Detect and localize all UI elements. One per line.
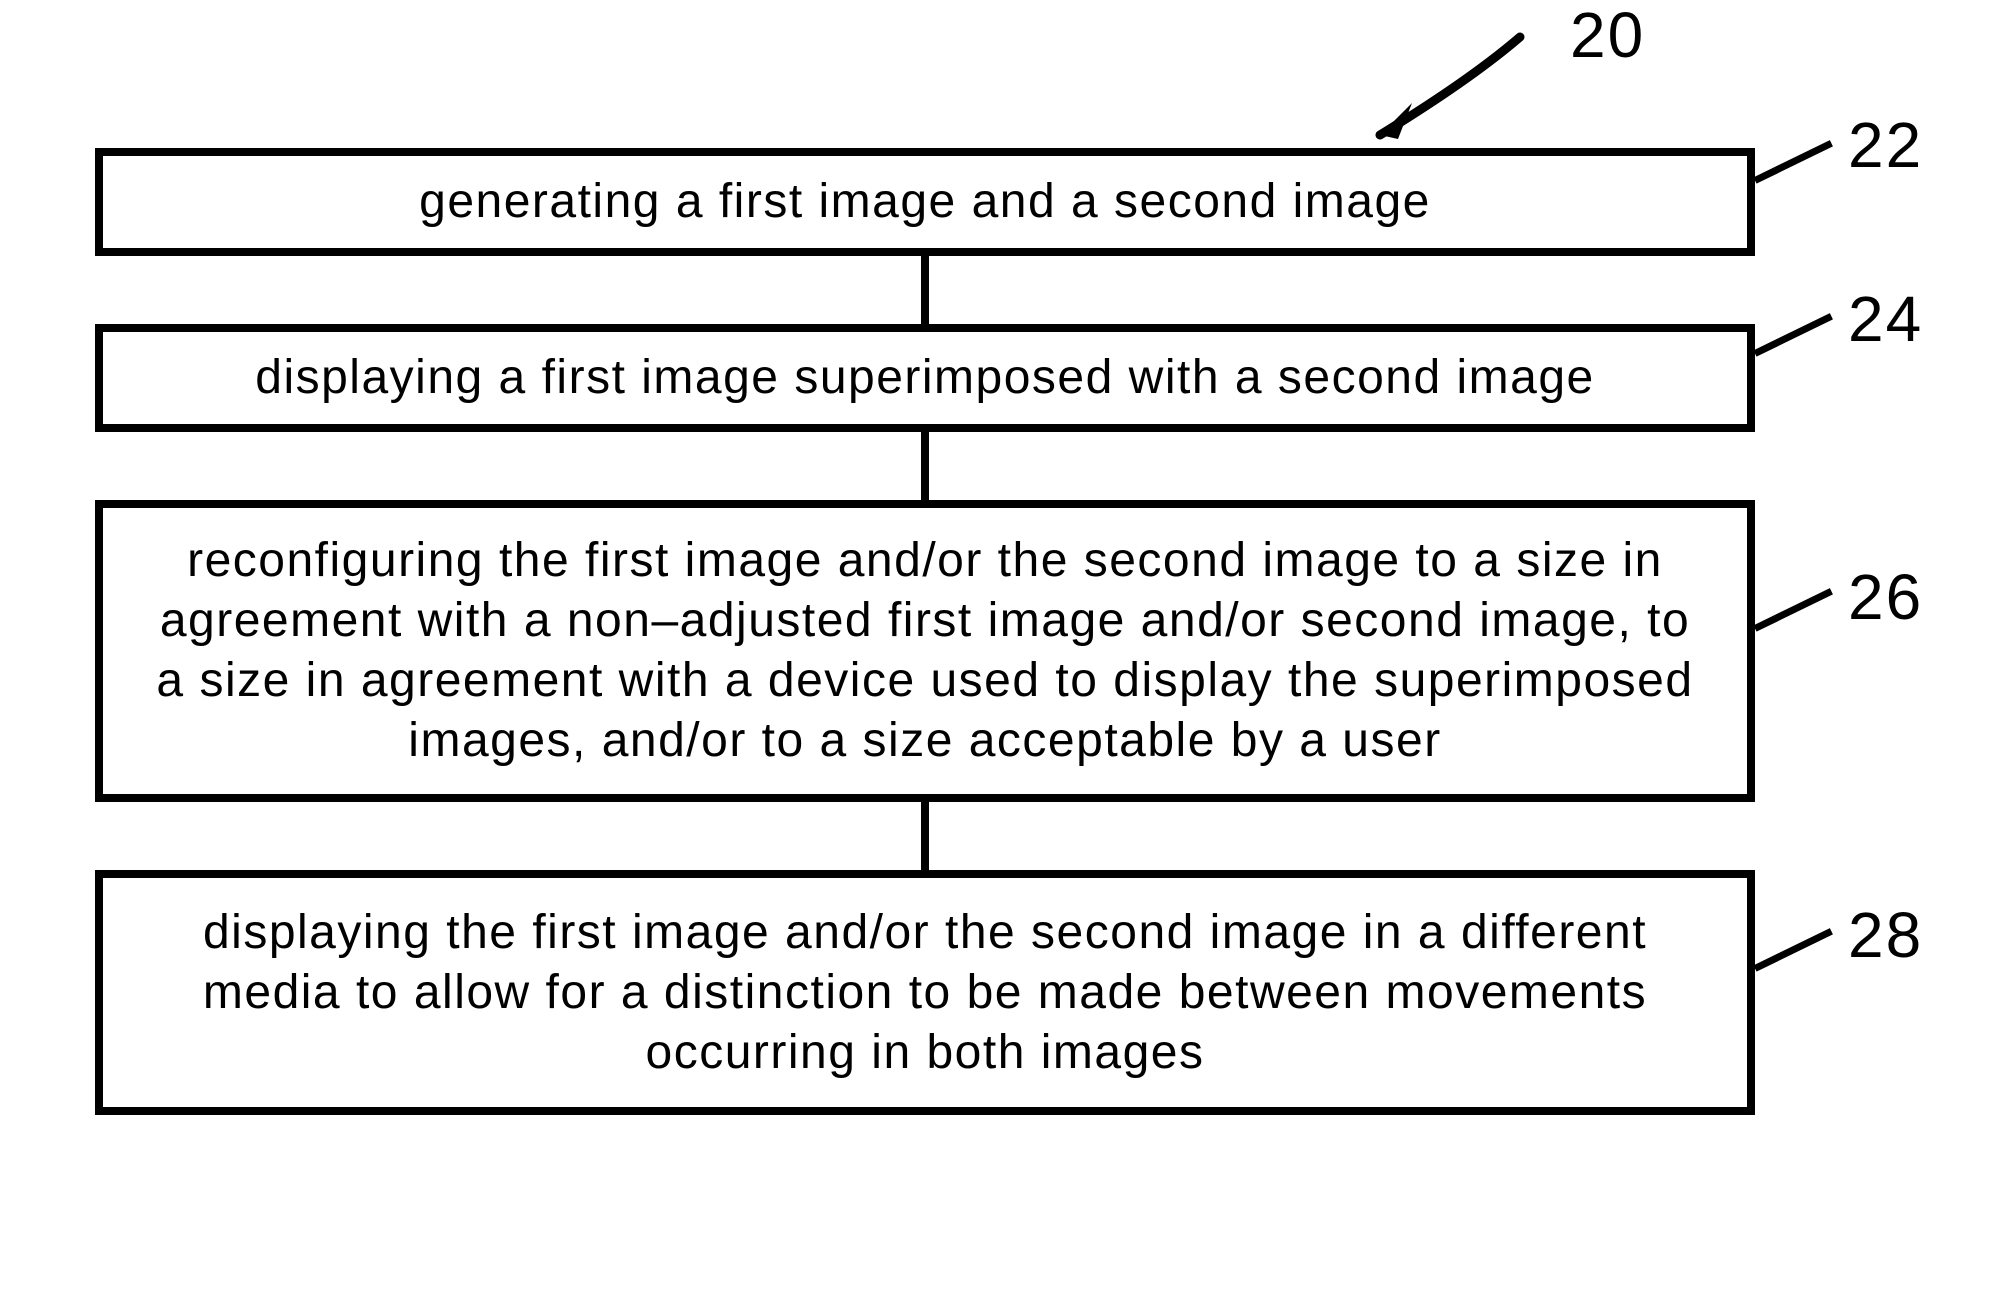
flowchart-step-4-text: displaying the first image and/or the se… [143, 903, 1707, 1083]
ref-label-26: 26 [1848, 560, 1923, 634]
ref-tick-28 [1753, 928, 1832, 972]
flowchart-canvas: 20 generating a first image and a second… [0, 0, 1998, 1306]
ref-tick-22 [1753, 140, 1832, 184]
ref-tick-26 [1753, 588, 1832, 632]
connector-2-3 [921, 432, 929, 500]
ref-tick-24 [1753, 313, 1832, 357]
flowchart-step-3: reconfiguring the first image and/or the… [95, 500, 1755, 802]
flowchart-step-4: displaying the first image and/or the se… [95, 870, 1755, 1115]
connector-1-2 [921, 256, 929, 324]
ref-arrow-main [1350, 25, 1560, 155]
ref-label-28: 28 [1848, 898, 1923, 972]
flowchart-step-2-text: displaying a first image superimposed wi… [255, 348, 1594, 408]
connector-3-4 [921, 802, 929, 870]
ref-label-24: 24 [1848, 282, 1923, 356]
ref-label-main: 20 [1570, 0, 1645, 72]
flowchart-step-3-text: reconfiguring the first image and/or the… [143, 531, 1707, 771]
flowchart-step-1: generating a first image and a second im… [95, 148, 1755, 256]
flowchart-step-2: displaying a first image superimposed wi… [95, 324, 1755, 432]
flowchart-step-1-text: generating a first image and a second im… [419, 172, 1431, 232]
ref-label-22: 22 [1848, 108, 1923, 182]
